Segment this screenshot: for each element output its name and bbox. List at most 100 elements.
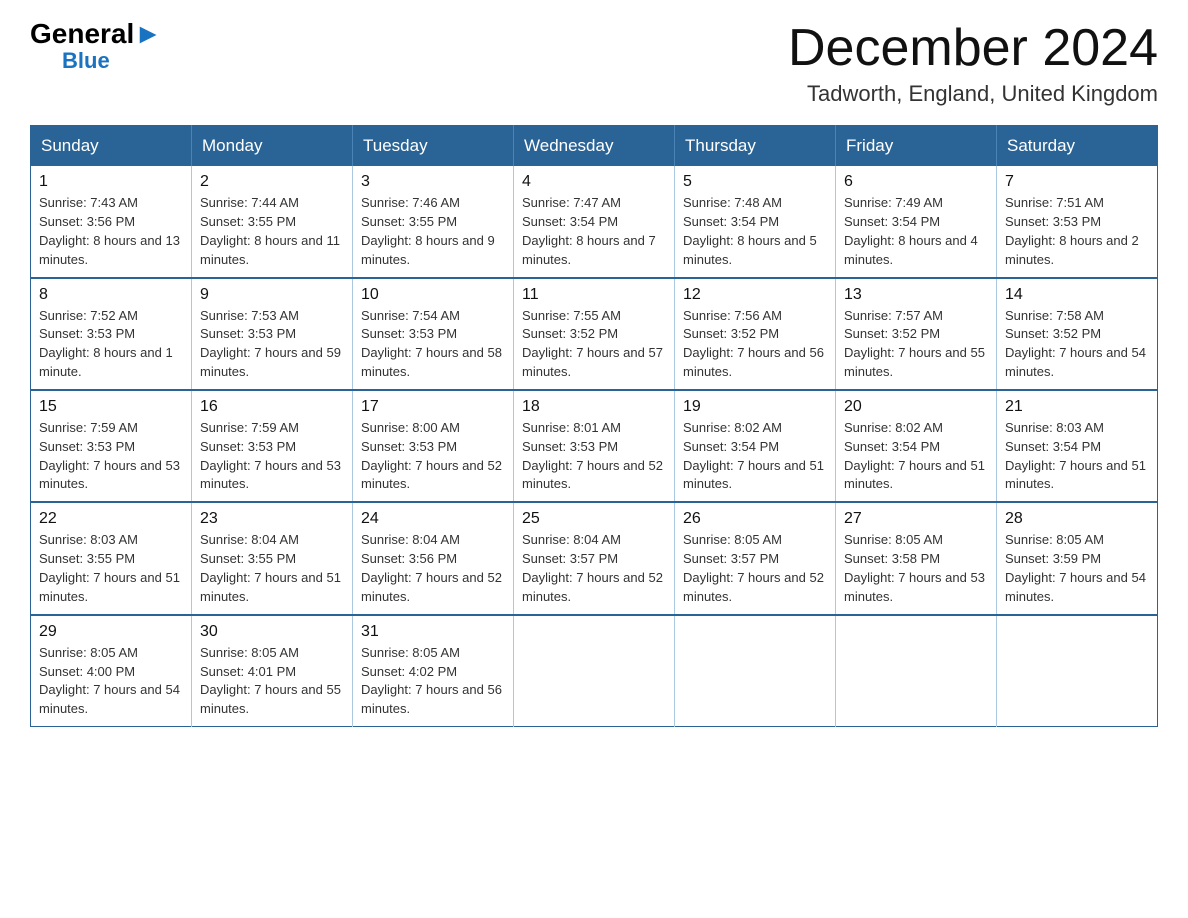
day-number: 28 [1005,510,1149,528]
day-number: 25 [522,510,666,528]
calendar-cell: 10Sunrise: 7:54 AMSunset: 3:53 PMDayligh… [353,278,514,390]
day-info: Sunrise: 8:00 AMSunset: 3:53 PMDaylight:… [361,419,505,494]
day-info: Sunrise: 7:47 AMSunset: 3:54 PMDaylight:… [522,194,666,269]
day-number: 10 [361,286,505,304]
calendar-cell: 26 Sunrise: 8:05 AMSunset: 3:57 PMDayligh… [675,502,836,614]
header-sunday: Sunday [31,126,192,167]
header-monday: Monday [192,126,353,167]
calendar-cell: 30 Sunrise: 8:05 AMSunset: 4:01 PMDayligh… [192,615,353,727]
day-number: 31 [361,623,505,641]
calendar-cell: 4Sunrise: 7:47 AMSunset: 3:54 PMDaylight… [514,166,675,277]
header-wednesday: Wednesday [514,126,675,167]
title-area: December 2024 Tadworth, England, United … [788,20,1158,107]
calendar-cell: 18 Sunrise: 8:01 AMSunset: 3:53 PMDayligh… [514,390,675,502]
calendar-cell: 28 Sunrise: 8:05 AMSunset: 3:59 PMDayligh… [997,502,1158,614]
day-info: Sunrise: 7:55 AMSunset: 3:52 PMDaylight:… [522,307,666,382]
day-info: Sunrise: 7:57 AMSunset: 3:52 PMDaylight:… [844,307,988,382]
day-info: Sunrise: 8:01 AMSunset: 3:53 PMDaylight:… [522,419,666,494]
day-info: Sunrise: 7:52 AMSunset: 3:53 PMDaylight:… [39,307,183,382]
day-info: Sunrise: 8:05 AMSunset: 3:59 PMDaylight:… [1005,531,1149,606]
day-info: Sunrise: 7:46 AMSunset: 3:55 PMDaylight:… [361,194,505,269]
calendar-cell: 8 Sunrise: 7:52 AMSunset: 3:53 PMDaylight… [31,278,192,390]
calendar-cell [836,615,997,727]
logo-general-text: General► [30,20,162,48]
calendar-cell: 14 Sunrise: 7:58 AMSunset: 3:52 PMDayligh… [997,278,1158,390]
day-info: Sunrise: 8:04 AMSunset: 3:55 PMDaylight:… [200,531,344,606]
day-number: 12 [683,286,827,304]
day-number: 21 [1005,398,1149,416]
calendar-cell [675,615,836,727]
day-info: Sunrise: 7:48 AMSunset: 3:54 PMDaylight:… [683,194,827,269]
calendar-cell: 6 Sunrise: 7:49 AMSunset: 3:54 PMDaylight… [836,166,997,277]
day-info: Sunrise: 7:53 AMSunset: 3:53 PMDaylight:… [200,307,344,382]
calendar-cell: 27Sunrise: 8:05 AMSunset: 3:58 PMDayligh… [836,502,997,614]
day-number: 16 [200,398,344,416]
day-number: 30 [200,623,344,641]
day-info: Sunrise: 8:05 AMSunset: 4:00 PMDaylight:… [39,644,183,719]
month-title: December 2024 [788,20,1158,77]
location-title: Tadworth, England, United Kingdom [788,81,1158,107]
calendar-cell: 17 Sunrise: 8:00 AMSunset: 3:53 PMDayligh… [353,390,514,502]
day-number: 1 [39,173,183,191]
calendar-cell: 21 Sunrise: 8:03 AMSunset: 3:54 PMDayligh… [997,390,1158,502]
logo: General► Blue [30,20,162,74]
day-info: Sunrise: 8:02 AMSunset: 3:54 PMDaylight:… [683,419,827,494]
header: General► Blue December 2024 Tadworth, En… [30,20,1158,107]
day-info: Sunrise: 7:44 AMSunset: 3:55 PMDaylight:… [200,194,344,269]
logo-blue-text: Blue [62,48,110,74]
calendar-cell: 1 Sunrise: 7:43 AMSunset: 3:56 PMDaylight… [31,166,192,277]
day-info: Sunrise: 8:04 AMSunset: 3:57 PMDaylight:… [522,531,666,606]
day-number: 29 [39,623,183,641]
calendar-cell [514,615,675,727]
day-info: Sunrise: 8:05 AMSunset: 3:58 PMDaylight:… [844,531,988,606]
day-number: 5 [683,173,827,191]
calendar-cell: 15Sunrise: 7:59 AMSunset: 3:53 PMDayligh… [31,390,192,502]
header-friday: Friday [836,126,997,167]
day-number: 11 [522,286,666,304]
calendar-cell: 9 Sunrise: 7:53 AMSunset: 3:53 PMDaylight… [192,278,353,390]
day-info: Sunrise: 7:59 AMSunset: 3:53 PMDaylight:… [200,419,344,494]
day-number: 14 [1005,286,1149,304]
day-number: 13 [844,286,988,304]
day-number: 22 [39,510,183,528]
day-info: Sunrise: 7:56 AMSunset: 3:52 PMDaylight:… [683,307,827,382]
day-number: 9 [200,286,344,304]
day-info: Sunrise: 8:03 AMSunset: 3:54 PMDaylight:… [1005,419,1149,494]
week-row-5: 29 Sunrise: 8:05 AMSunset: 4:00 PMDayligh… [31,615,1158,727]
day-number: 7 [1005,173,1149,191]
calendar-cell [997,615,1158,727]
day-info: Sunrise: 8:05 AMSunset: 3:57 PMDaylight:… [683,531,827,606]
calendar-cell: 25 Sunrise: 8:04 AMSunset: 3:57 PMDayligh… [514,502,675,614]
day-info: Sunrise: 7:49 AMSunset: 3:54 PMDaylight:… [844,194,988,269]
day-number: 8 [39,286,183,304]
calendar-cell: 3Sunrise: 7:46 AMSunset: 3:55 PMDaylight… [353,166,514,277]
day-number: 23 [200,510,344,528]
day-number: 17 [361,398,505,416]
calendar-cell: 7Sunrise: 7:51 AMSunset: 3:53 PMDaylight… [997,166,1158,277]
day-info: Sunrise: 7:58 AMSunset: 3:52 PMDaylight:… [1005,307,1149,382]
day-number: 18 [522,398,666,416]
week-row-1: 1 Sunrise: 7:43 AMSunset: 3:56 PMDaylight… [31,166,1158,277]
calendar-cell: 2 Sunrise: 7:44 AMSunset: 3:55 PMDaylight… [192,166,353,277]
calendar-table: SundayMondayTuesdayWednesdayThursdayFrid… [30,125,1158,727]
day-number: 26 [683,510,827,528]
day-info: Sunrise: 8:04 AMSunset: 3:56 PMDaylight:… [361,531,505,606]
calendar-cell: 24Sunrise: 8:04 AMSunset: 3:56 PMDayligh… [353,502,514,614]
day-number: 6 [844,173,988,191]
calendar-cell: 22Sunrise: 8:03 AMSunset: 3:55 PMDayligh… [31,502,192,614]
day-info: Sunrise: 8:05 AMSunset: 4:02 PMDaylight:… [361,644,505,719]
calendar-cell: 12 Sunrise: 7:56 AMSunset: 3:52 PMDayligh… [675,278,836,390]
day-number: 19 [683,398,827,416]
header-tuesday: Tuesday [353,126,514,167]
day-info: Sunrise: 7:43 AMSunset: 3:56 PMDaylight:… [39,194,183,269]
calendar-cell: 13 Sunrise: 7:57 AMSunset: 3:52 PMDayligh… [836,278,997,390]
header-thursday: Thursday [675,126,836,167]
day-number: 15 [39,398,183,416]
calendar-cell: 16 Sunrise: 7:59 AMSunset: 3:53 PMDayligh… [192,390,353,502]
days-header-row: SundayMondayTuesdayWednesdayThursdayFrid… [31,126,1158,167]
day-info: Sunrise: 8:05 AMSunset: 4:01 PMDaylight:… [200,644,344,719]
week-row-3: 15 Sunrise: 7:59 AMSunset: 3:53 PMDayligh… [31,390,1158,502]
day-number: 2 [200,173,344,191]
calendar-cell: 31 Sunrise: 8:05 AMSunset: 4:02 PMDayligh… [353,615,514,727]
week-row-4: 22Sunrise: 8:03 AMSunset: 3:55 PMDayligh… [31,502,1158,614]
